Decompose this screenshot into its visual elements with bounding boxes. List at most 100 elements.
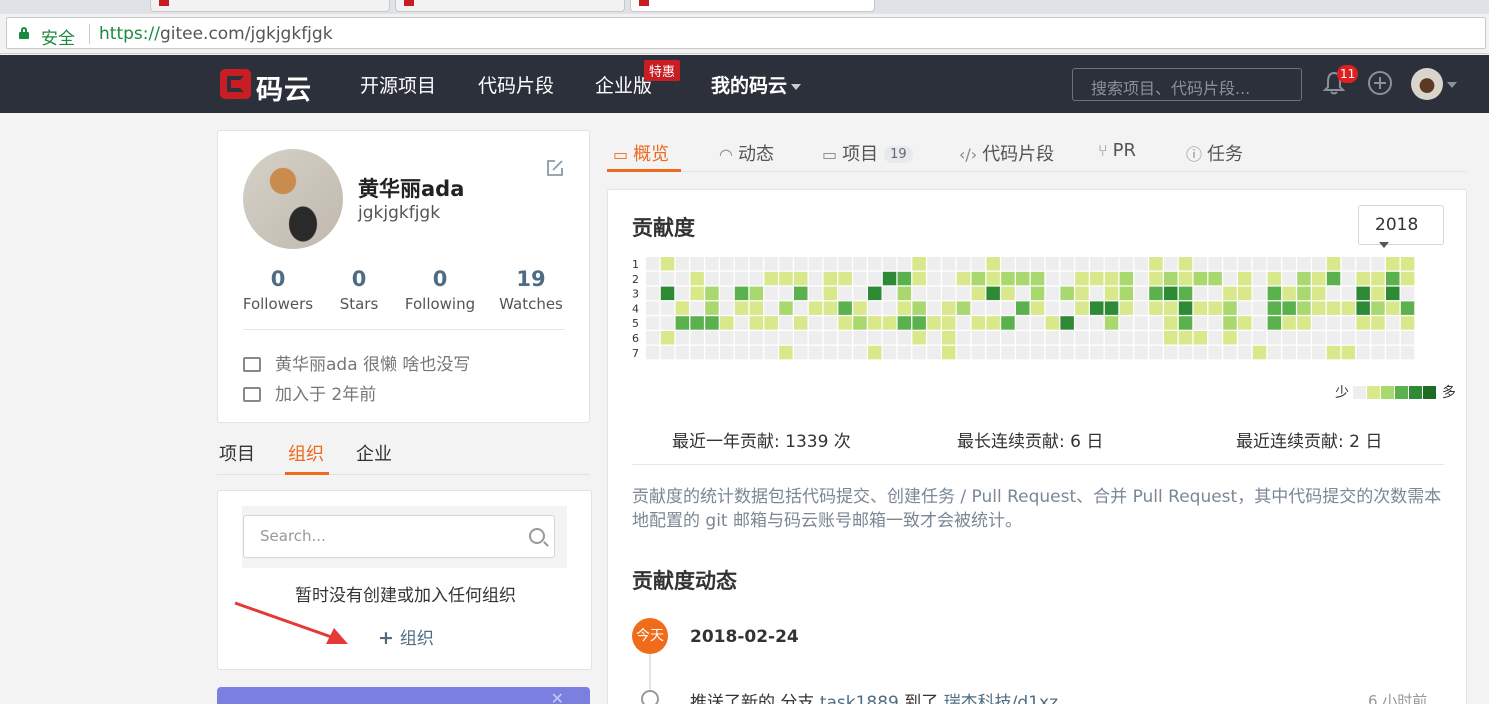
heatmap-cell[interactable] <box>660 301 675 315</box>
heatmap-cell[interactable] <box>1238 331 1252 345</box>
tab-organizations[interactable]: 组织 <box>288 440 324 466</box>
heatmap-cell[interactable] <box>1060 301 1074 315</box>
heatmap-cell[interactable] <box>1075 301 1089 315</box>
heatmap-cell[interactable] <box>1341 257 1356 271</box>
heatmap-cell[interactable] <box>823 345 838 360</box>
heatmap-cell[interactable] <box>1119 271 1134 286</box>
heatmap-cell[interactable] <box>646 301 660 315</box>
heatmap-cell[interactable] <box>1371 331 1385 345</box>
heatmap-cell[interactable] <box>1178 316 1193 330</box>
heatmap-cell[interactable] <box>1030 257 1045 271</box>
heatmap-cell[interactable] <box>1178 301 1193 315</box>
heatmap-cell[interactable] <box>912 271 926 286</box>
heatmap-cell[interactable] <box>779 257 793 271</box>
heatmap-cell[interactable] <box>794 271 808 286</box>
avatar-chevron-down-icon[interactable] <box>1447 82 1457 88</box>
heatmap-cell[interactable] <box>1312 331 1326 345</box>
heatmap-cell[interactable] <box>764 331 778 345</box>
heatmap-cell[interactable] <box>1060 286 1074 301</box>
heatmap-cell[interactable] <box>1297 271 1311 286</box>
heatmap-cell[interactable] <box>956 286 971 301</box>
heatmap-cell[interactable] <box>1371 257 1385 271</box>
tab-projects[interactable]: 项目 <box>219 440 255 466</box>
heatmap-cell[interactable] <box>1090 331 1104 345</box>
heatmap-cell[interactable] <box>779 345 793 360</box>
heatmap-cell[interactable] <box>808 257 823 271</box>
heatmap-cell[interactable] <box>1134 257 1148 271</box>
heatmap-cell[interactable] <box>705 331 719 345</box>
heatmap-cell[interactable] <box>1282 331 1296 345</box>
heatmap-cell[interactable] <box>1090 345 1104 360</box>
heatmap-cell[interactable] <box>971 301 986 315</box>
heatmap-cell[interactable] <box>675 345 690 360</box>
heatmap-cell[interactable] <box>823 331 838 345</box>
heatmap-cell[interactable] <box>1297 345 1311 360</box>
heatmap-cell[interactable] <box>986 345 1000 360</box>
heatmap-cell[interactable] <box>1326 316 1341 330</box>
heatmap-cell[interactable] <box>971 316 986 330</box>
heatmap-cell[interactable] <box>868 331 882 345</box>
heatmap-cell[interactable] <box>912 316 926 330</box>
heatmap-cell[interactable] <box>971 257 986 271</box>
heatmap-cell[interactable] <box>1371 271 1385 286</box>
heatmap-cell[interactable] <box>1119 257 1134 271</box>
heatmap-cell[interactable] <box>823 257 838 271</box>
heatmap-cell[interactable] <box>808 345 823 360</box>
heatmap-cell[interactable] <box>882 316 897 330</box>
heatmap-cell[interactable] <box>1252 345 1267 360</box>
heatmap-cell[interactable] <box>1386 257 1400 271</box>
heatmap-cell[interactable] <box>660 345 675 360</box>
stat-following[interactable]: 0 Following <box>400 267 480 313</box>
heatmap-cell[interactable] <box>808 271 823 286</box>
stat-watches[interactable]: 19 Watches <box>491 267 571 313</box>
heatmap-cell[interactable] <box>927 257 941 271</box>
heatmap-cell[interactable] <box>1297 316 1311 330</box>
heatmap-cell[interactable] <box>986 286 1000 301</box>
heatmap-cell[interactable] <box>1400 345 1415 360</box>
heatmap-cell[interactable] <box>749 257 764 271</box>
heatmap-cell[interactable] <box>956 331 971 345</box>
year-select[interactable]: 2018 <box>1358 205 1444 248</box>
heatmap-cell[interactable] <box>1386 316 1400 330</box>
heatmap-cell[interactable] <box>1164 331 1178 345</box>
heatmap-cell[interactable] <box>646 286 660 301</box>
heatmap-cell[interactable] <box>1297 331 1311 345</box>
heatmap-cell[interactable] <box>734 345 749 360</box>
heatmap-cell[interactable] <box>734 331 749 345</box>
heatmap-cell[interactable] <box>1030 316 1045 330</box>
heatmap-cell[interactable] <box>1400 286 1415 301</box>
heatmap-cell[interactable] <box>794 286 808 301</box>
heatmap-cell[interactable] <box>1134 345 1148 360</box>
heatmap-cell[interactable] <box>1016 301 1030 315</box>
heatmap-cell[interactable] <box>1282 286 1296 301</box>
heatmap-cell[interactable] <box>1164 286 1178 301</box>
heatmap-cell[interactable] <box>1282 271 1296 286</box>
heatmap-cell[interactable] <box>734 301 749 315</box>
repo-link[interactable]: 瑞杰科技/d1xz <box>944 693 1058 704</box>
heatmap-cell[interactable] <box>705 286 719 301</box>
heatmap-cell[interactable] <box>1001 345 1015 360</box>
heatmap-cell[interactable] <box>1238 257 1252 271</box>
heatmap-cell[interactable] <box>853 316 867 330</box>
heatmap-cell[interactable] <box>1341 331 1356 345</box>
heatmap-cell[interactable] <box>749 271 764 286</box>
heatmap-cell[interactable] <box>690 331 704 345</box>
heatmap-cell[interactable] <box>1252 316 1267 330</box>
heatmap-cell[interactable] <box>1134 316 1148 330</box>
heatmap-cell[interactable] <box>660 271 675 286</box>
heatmap-cell[interactable] <box>646 257 660 271</box>
browser-tab[interactable] <box>395 0 625 12</box>
heatmap-cell[interactable] <box>690 257 704 271</box>
heatmap-cell[interactable] <box>1134 271 1148 286</box>
heatmap-cell[interactable] <box>1178 331 1193 345</box>
heatmap-cell[interactable] <box>1164 301 1178 315</box>
heatmap-cell[interactable] <box>1238 301 1252 315</box>
heatmap-cell[interactable] <box>705 301 719 315</box>
heatmap-cell[interactable] <box>1149 301 1163 315</box>
tab-enterprises[interactable]: 企业 <box>356 440 392 466</box>
heatmap-cell[interactable] <box>942 316 956 330</box>
heatmap-cell[interactable] <box>1193 271 1208 286</box>
heatmap-cell[interactable] <box>1104 331 1119 345</box>
heatmap-cell[interactable] <box>1326 286 1341 301</box>
heatmap-cell[interactable] <box>1090 286 1104 301</box>
